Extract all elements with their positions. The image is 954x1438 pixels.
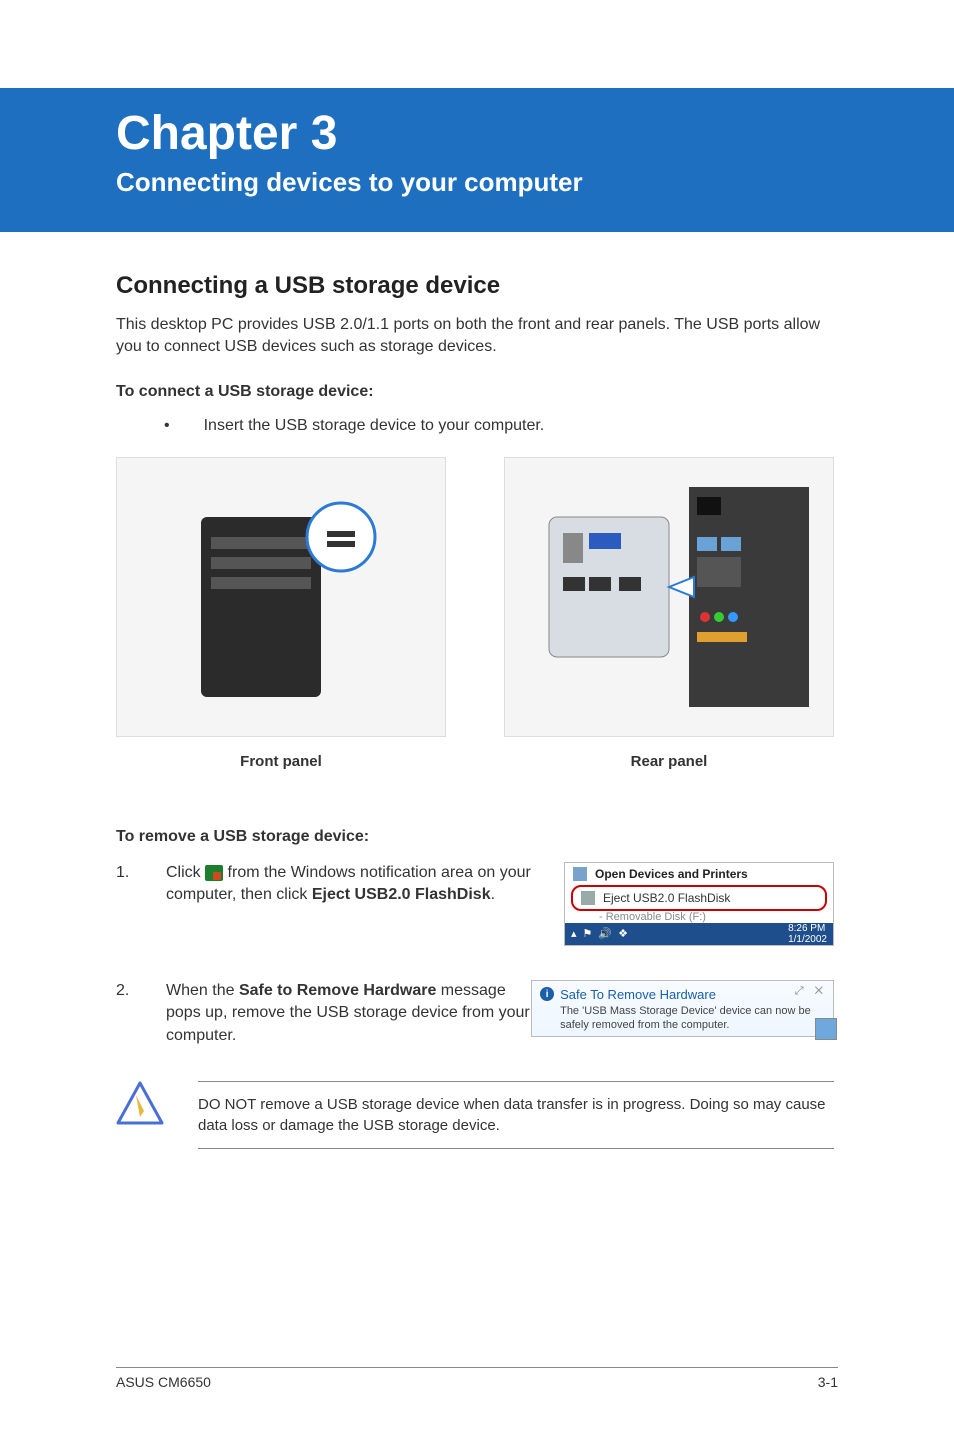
disk-icon <box>581 891 595 905</box>
tray-flag-icon: ⚑ <box>583 927 593 940</box>
rear-panel-figure <box>504 457 834 737</box>
step-2-bold: Safe to Remove Hardware <box>239 982 436 999</box>
warning-text: DO NOT remove a USB storage device when … <box>198 1094 834 1136</box>
section-intro: This desktop PC provides USB 2.0/1.1 por… <box>116 314 834 359</box>
balloon-title: Safe To Remove Hardware <box>560 987 716 1002</box>
chapter-subtitle: Connecting devices to your computer <box>116 167 954 198</box>
figure-row <box>116 457 834 737</box>
taskbar-tray: ▴ ⚑ 🔊 ❖ 8:26 PM 1/1/2002 <box>565 923 833 945</box>
warning-triangle-icon <box>116 1081 164 1125</box>
tray-icons: ▴ ⚑ 🔊 ❖ <box>571 927 628 940</box>
front-panel-caption: Front panel <box>116 753 446 770</box>
tray-network-icon: ❖ <box>618 927 628 940</box>
removable-disk-sublabel: - Removable Disk (F:) <box>565 911 833 923</box>
safe-remove-balloon-screenshot: ⤢ ✕ i Safe To Remove Hardware The 'USB M… <box>531 980 834 1038</box>
balloon-close-icons: ⤢ ✕ <box>795 985 827 998</box>
warning-text-wrap: DO NOT remove a USB storage device when … <box>198 1081 834 1149</box>
safely-remove-tray-icon <box>205 865 223 881</box>
tray-clock: 8:26 PM 1/1/2002 <box>788 923 827 945</box>
tray-volume-icon: 🔊 <box>598 927 612 940</box>
chapter-title: Chapter 3 <box>116 106 954 161</box>
front-panel-figure <box>116 457 446 737</box>
step-2-text: 2. When the Safe to Remove Hardware mess… <box>116 980 531 1047</box>
eject-menu-screenshot: Open Devices and Printers Eject USB2.0 F… <box>564 862 834 946</box>
bullet-dot-icon: • <box>164 417 170 435</box>
info-icon: i <box>540 987 554 1001</box>
step-1-body: Click from the Windows notification area… <box>166 862 556 907</box>
connect-subheading: To connect a USB storage device: <box>116 383 834 401</box>
tray-up-icon: ▴ <box>571 927 577 940</box>
step-2-body: When the Safe to Remove Hardware message… <box>166 980 531 1047</box>
connect-bullet-text: Insert the USB storage device to your co… <box>204 417 545 435</box>
top-margin <box>0 0 954 88</box>
page-content: Connecting a USB storage device This des… <box>0 232 954 1149</box>
section-heading: Connecting a USB storage device <box>116 272 834 300</box>
remove-subheading: To remove a USB storage device: <box>116 828 834 846</box>
page-footer: ASUS CM6650 3-1 <box>116 1367 838 1390</box>
step-1-bold: Eject USB2.0 FlashDisk <box>312 886 491 903</box>
chapter-banner: Chapter 3 Connecting devices to your com… <box>0 88 954 232</box>
step-2-number: 2. <box>116 980 136 1047</box>
rear-panel-caption: Rear panel <box>504 753 834 770</box>
eject-flashdisk-label: Eject USB2.0 FlashDisk <box>603 891 730 905</box>
step-2-block: 2. When the Safe to Remove Hardware mess… <box>116 980 834 1047</box>
balloon-corner-icon <box>815 1018 837 1040</box>
step-1-post2: . <box>491 886 495 903</box>
eject-flashdisk-row: Eject USB2.0 FlashDisk <box>571 885 827 911</box>
step-2-pre: When the <box>166 982 239 999</box>
step-1-block: 1. Click from the Windows notification a… <box>116 862 834 946</box>
figure-caption-row: Front panel Rear panel <box>116 753 834 770</box>
pc-front-illustration-icon <box>181 487 381 707</box>
warning-block: DO NOT remove a USB storage device when … <box>116 1081 834 1149</box>
footer-page-number: 3-1 <box>818 1374 838 1390</box>
open-devices-label: Open Devices and Printers <box>595 867 748 881</box>
footer-product: ASUS CM6650 <box>116 1374 211 1390</box>
balloon-body: The 'USB Mass Storage Device' device can… <box>560 1004 825 1033</box>
pc-rear-illustration-icon <box>519 477 819 717</box>
step-1-pre: Click <box>166 864 205 881</box>
connect-bullet-row: • Insert the USB storage device to your … <box>164 417 834 435</box>
step-1-text: 1. Click from the Windows notification a… <box>116 862 556 907</box>
printer-icon <box>573 867 587 881</box>
open-devices-row: Open Devices and Printers <box>565 863 833 885</box>
step-1-number: 1. <box>116 862 136 907</box>
tray-time: 8:26 PM <box>788 923 827 934</box>
balloon-title-row: i Safe To Remove Hardware <box>540 987 825 1002</box>
tray-date: 1/1/2002 <box>788 934 827 945</box>
